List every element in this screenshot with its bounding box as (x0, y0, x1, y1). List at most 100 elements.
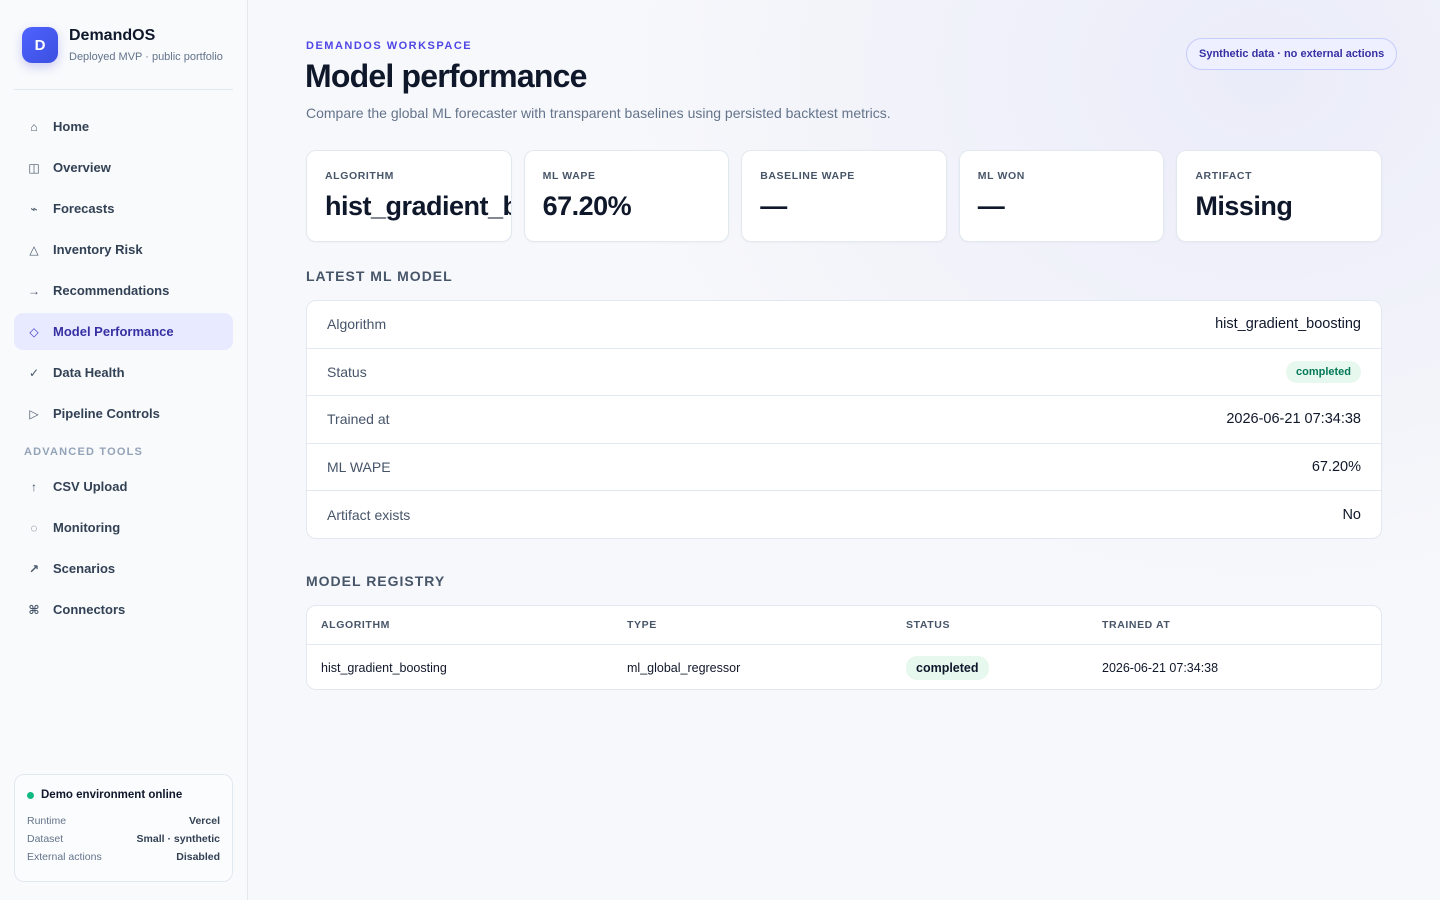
trend-icon: ⌁ (30, 201, 38, 216)
sidebar-item-overview[interactable]: ◫ Overview (14, 149, 233, 186)
kpi-value: — (977, 191, 1005, 221)
detail-key: ML WAPE (327, 459, 391, 476)
column-header-status[interactable]: STATUS (906, 619, 950, 631)
latest-model-table: Algorithm hist_gradient_boosting Status com… (306, 300, 1382, 539)
sidebar-item-monitoring[interactable]: ◌ Monitoring (14, 509, 233, 546)
kpi-value: 67.20% (542, 191, 632, 221)
detail-key: Trained at (327, 411, 390, 428)
detail-row-trained-at: Trained at 2026-06-21 07:34:38 (307, 396, 1381, 444)
env-value: Small · synthetic (136, 833, 220, 845)
env-row-dataset: Dataset Small · synthetic (27, 833, 220, 845)
sidebar-item-inventory-risk[interactable]: △ Inventory Risk (14, 231, 233, 268)
detail-key: Artifact exists (327, 507, 411, 524)
page-title: Model performance (305, 58, 587, 94)
table-row[interactable]: hist_gradient_boosting ml_global_regresso… (307, 645, 1381, 689)
sidebar-item-recommendations[interactable]: → Recommendations (14, 272, 233, 309)
env-row-runtime: Runtime Vercel (27, 815, 220, 827)
env-value: Vercel (189, 815, 220, 827)
column-header-trained-at[interactable]: TRAINED AT (1102, 619, 1170, 631)
column-header-type[interactable]: TYPE (627, 619, 657, 631)
environment-card: Demo environment online Runtime Vercel Dat… (14, 774, 233, 882)
detail-value: hist_gradient_boosting (1215, 316, 1361, 333)
detail-value: No (1342, 507, 1361, 524)
play-icon: ▷ (29, 406, 39, 421)
model-registry-table: ALGORITHM TYPE STATUS TRAINED AT hist_gradi… (306, 605, 1382, 690)
sidebar-divider (14, 89, 233, 90)
detail-key: Algorithm (327, 316, 387, 333)
sidebar: D DemandOS Deployed MVP · public portfol… (0, 0, 248, 900)
sidebar-item-csv-upload[interactable]: ↑ CSV Upload (14, 468, 233, 505)
sidebar-item-label: Inventory Risk (53, 242, 143, 257)
sidebar-item-pipeline-controls[interactable]: ▷ Pipeline Controls (14, 395, 233, 432)
warning-triangle-icon: △ (29, 242, 39, 257)
sidebar-item-data-health[interactable]: ✓ Data Health (14, 354, 233, 391)
sidebar-item-label: Model Performance (53, 324, 174, 339)
detail-row-ml-wape: ML WAPE 67.20% (307, 444, 1381, 492)
sidebar-item-home[interactable]: ⌂ Home (14, 108, 233, 145)
brand-logo: D (22, 27, 58, 63)
command-icon: ⌘ (28, 602, 40, 617)
grid-icon: ◫ (28, 160, 40, 175)
detail-key: Status (327, 363, 367, 380)
sidebar-item-scenarios[interactable]: ↗ Scenarios (14, 550, 233, 587)
env-key: Dataset (27, 833, 64, 845)
status-badge: completed (906, 655, 989, 680)
sidebar-item-label: Monitoring (53, 520, 121, 535)
detail-value: 2026-06-21 07:34:38 (1226, 411, 1361, 428)
upload-arrow-icon: ↑ (31, 479, 37, 494)
kpi-label: BASELINE WAPE (760, 170, 855, 182)
sidebar-item-label: CSV Upload (53, 479, 128, 494)
sidebar-item-label: Recommendations (53, 283, 170, 298)
env-key: Runtime (27, 815, 67, 827)
diamond-icon: ◇ (29, 324, 39, 339)
kpi-card-ml-wape: ML WAPE 67.20% (523, 150, 730, 242)
monitor-circle-icon: ◌ (30, 520, 38, 535)
env-row-external-actions: External actions Disabled (27, 851, 220, 863)
sidebar-item-label: Connectors (53, 602, 126, 617)
status-dot-icon (27, 791, 34, 799)
synthetic-data-badge: Synthetic data · no external actions (1186, 38, 1398, 70)
home-icon: ⌂ (30, 119, 38, 134)
environment-title: Demo environment online (41, 789, 183, 801)
column-header-algorithm[interactable]: ALGORITHM (321, 619, 390, 631)
status-badge: completed (1285, 360, 1361, 383)
env-key: External actions (27, 851, 102, 863)
cell-algorithm: hist_gradient_boosting (321, 660, 447, 675)
model-registry-title: MODEL REGISTRY (306, 573, 446, 589)
sidebar-item-label: Forecasts (53, 201, 115, 216)
kpi-value: hist_gradient_boosting (325, 191, 511, 221)
kpi-cards: ALGORITHM hist_gradient_boosting ML WAPE 67… (306, 150, 1382, 242)
detail-row-artifact-exists: Artifact exists No (307, 491, 1381, 538)
kpi-label: ML WAPE (542, 170, 596, 182)
cell-trained-at: 2026-06-21 07:34:38 (1102, 660, 1219, 675)
sidebar-item-forecasts[interactable]: ⌁ Forecasts (14, 190, 233, 227)
sidebar-item-label: Scenarios (53, 561, 116, 576)
env-value: Disabled (176, 851, 220, 863)
kpi-card-artifact: ARTIFACT Missing (1176, 150, 1382, 242)
kpi-label: ARTIFACT (1195, 170, 1253, 182)
cell-type: ml_global_regressor (627, 660, 741, 675)
sidebar-item-label: Overview (53, 160, 111, 175)
arrow-up-right-icon: ↗ (28, 561, 40, 576)
kpi-card-baseline-wape: BASELINE WAPE — (741, 150, 947, 242)
kpi-card-algorithm: ALGORITHM hist_gradient_boosting (306, 150, 512, 242)
detail-row-algorithm: Algorithm hist_gradient_boosting (307, 301, 1381, 349)
brand-subtitle: Deployed MVP · public portfolio (69, 51, 223, 63)
nav-section-advanced: ADVANCED TOOLS (24, 446, 144, 458)
arrow-right-icon: → (28, 283, 40, 298)
check-icon: ✓ (28, 365, 40, 380)
kpi-value: — (760, 191, 787, 221)
sidebar-item-connectors[interactable]: ⌘ Connectors (14, 591, 233, 628)
sidebar-item-label: Data Health (53, 365, 125, 380)
registry-header-row: ALGORITHM TYPE STATUS TRAINED AT (307, 606, 1381, 645)
sidebar-item-model-performance[interactable]: ◇ Model Performance (14, 313, 233, 350)
sidebar-item-label: Home (53, 119, 90, 134)
page-subtitle: Compare the global ML forecaster with tr… (306, 105, 891, 121)
main-content: DEMANDOS WORKSPACE Model performance Com… (248, 0, 1440, 900)
sidebar-nav: ⌂ Home ◫ Overview ⌁ Forecasts △ Inventory Risk →… (14, 108, 233, 632)
sidebar-item-label: Pipeline Controls (53, 406, 160, 421)
brand[interactable]: D DemandOS Deployed MVP · public portfol… (22, 27, 223, 63)
detail-row-status: Status completed (307, 349, 1381, 397)
kpi-label: ALGORITHM (325, 170, 394, 182)
kpi-label: ML WON (977, 170, 1025, 182)
